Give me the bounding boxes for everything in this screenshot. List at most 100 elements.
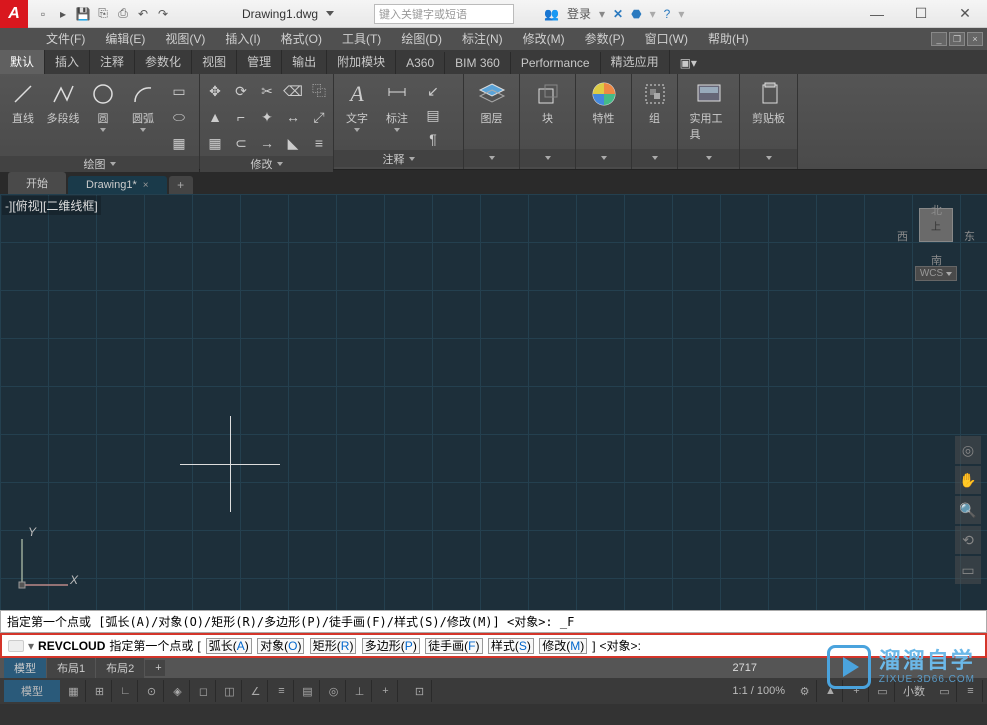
status-grid-icon[interactable]: ▦ xyxy=(62,680,86,702)
status-polar-icon[interactable]: ⊙ xyxy=(140,680,164,702)
layer-button[interactable]: 图层 xyxy=(473,80,511,126)
erase-icon[interactable]: ⌫ xyxy=(282,80,304,102)
rtab-addon[interactable]: 附加模块 xyxy=(327,49,396,74)
rtab-expander-icon[interactable]: ▣▾ xyxy=(670,52,707,74)
nav-zoom-icon[interactable]: 🔍 xyxy=(955,496,981,524)
qat-save-icon[interactable]: 💾 xyxy=(74,5,92,23)
menu-edit[interactable]: 编辑(E) xyxy=(95,28,155,50)
group-button[interactable]: 组 xyxy=(636,80,673,126)
rtab-manage[interactable]: 管理 xyxy=(237,49,282,74)
layout-tab-2[interactable]: 布局2 xyxy=(96,658,144,678)
cmd-opt-P[interactable]: 多边形(P) xyxy=(362,638,420,654)
qat-saveas-icon[interactable]: ⎘ xyxy=(94,5,112,23)
cmd-opt-R[interactable]: 矩形(R) xyxy=(310,638,357,654)
cmd-opt-S[interactable]: 样式(S) xyxy=(488,638,534,654)
mtext-icon[interactable]: ¶ xyxy=(422,128,444,150)
dim-button[interactable]: 标注 xyxy=(378,80,416,132)
text-button[interactable]: A文字 xyxy=(338,80,376,132)
help-icon[interactable]: ? xyxy=(664,7,671,21)
file-tab-add-button[interactable]: + xyxy=(169,176,193,194)
qat-open-icon[interactable]: ▸ xyxy=(54,5,72,23)
rtab-annot[interactable]: 注释 xyxy=(90,49,135,74)
array-icon[interactable]: ▦ xyxy=(204,132,226,154)
status-dyn-icon[interactable]: + xyxy=(374,680,398,702)
rtab-output[interactable]: 输出 xyxy=(282,49,327,74)
chamfer-icon[interactable]: ◣ xyxy=(282,132,304,154)
ellipse-icon[interactable]: ⬭ xyxy=(168,106,190,128)
menu-help[interactable]: 帮助(H) xyxy=(698,28,759,50)
qat-new-icon[interactable]: ▫ xyxy=(34,5,52,23)
drawing-area[interactable]: -][俯视][二维线框] Y X 北 西 东 上 南 WCS ◎ ✋ 🔍 ⟲ ▭ xyxy=(0,194,987,610)
cmd-opt-F[interactable]: 徒手画(F) xyxy=(425,638,482,654)
status-snap-icon[interactable]: ⊞ xyxy=(88,680,112,702)
status-scale[interactable]: 1:1 / 100% xyxy=(726,685,791,697)
copy-icon[interactable]: ⿻ xyxy=(308,80,330,102)
wcs-badge[interactable]: WCS xyxy=(915,266,957,281)
tab-close-icon[interactable]: × xyxy=(143,180,149,191)
cmd-opt-A[interactable]: 弧长(A) xyxy=(206,638,252,654)
minimize-button[interactable]: — xyxy=(855,0,899,28)
rtab-insert[interactable]: 插入 xyxy=(45,49,90,74)
extend-icon[interactable]: → xyxy=(256,132,278,154)
prop-button[interactable]: 特性 xyxy=(585,80,623,126)
menu-dim[interactable]: 标注(N) xyxy=(452,28,513,50)
mdi-restore-button[interactable]: ❐ xyxy=(949,32,965,46)
menu-param[interactable]: 参数(P) xyxy=(575,28,635,50)
close-button[interactable]: ✕ xyxy=(943,0,987,28)
login-button[interactable]: 登录 xyxy=(567,5,591,22)
move-icon[interactable]: ✥ xyxy=(204,80,226,102)
status-otrack-icon[interactable]: ∠ xyxy=(244,680,268,702)
explode-icon[interactable]: ✦ xyxy=(256,106,278,128)
search-input[interactable]: 键入关键字或短语 xyxy=(374,4,514,24)
rtab-default[interactable]: 默认 xyxy=(0,49,45,74)
fillet-icon[interactable]: ⌐ xyxy=(230,106,252,128)
cmd-opt-O[interactable]: 对象(O) xyxy=(257,638,304,654)
stretch-icon[interactable]: ↔ xyxy=(282,106,304,128)
status-qp-icon[interactable]: ⊡ xyxy=(408,680,432,702)
menu-insert[interactable]: 插入(I) xyxy=(215,28,270,50)
leader-icon[interactable]: ↙ xyxy=(422,80,444,102)
status-iso-icon[interactable]: ◈ xyxy=(166,680,190,702)
hatch-icon[interactable]: ▦ xyxy=(168,132,190,154)
block-button[interactable]: 块 xyxy=(529,80,567,126)
viewcube[interactable]: 北 西 东 上 南 WCS xyxy=(903,206,969,281)
doc-dropdown-icon[interactable] xyxy=(326,11,334,16)
rtab-perf[interactable]: Performance xyxy=(511,52,601,74)
app-logo[interactable]: A xyxy=(0,0,28,28)
nav-wheel-icon[interactable]: ◎ xyxy=(955,436,981,464)
menu-format[interactable]: 格式(O) xyxy=(271,28,332,50)
mdi-close-button[interactable]: × xyxy=(967,32,983,46)
offset-icon[interactable]: ⊂ xyxy=(230,132,252,154)
clip-button[interactable]: 剪贴板 xyxy=(750,80,788,126)
cmd-opt-M[interactable]: 修改(M) xyxy=(539,638,587,654)
rtab-view[interactable]: 视图 xyxy=(192,49,237,74)
rotate-icon[interactable]: ⟳ xyxy=(230,80,252,102)
file-tab-drawing1[interactable]: Drawing1*× xyxy=(68,176,167,194)
exchange-icon[interactable]: ✕ xyxy=(613,7,623,21)
view-label[interactable]: -][俯视][二维线框] xyxy=(2,196,101,215)
infocenter-icon[interactable]: 👥 xyxy=(544,7,559,21)
mdi-min-button[interactable]: _ xyxy=(931,32,947,46)
nav-orbit-icon[interactable]: ⟲ xyxy=(955,526,981,554)
arc-button[interactable]: 圆弧 xyxy=(124,80,162,132)
menu-tools[interactable]: 工具(T) xyxy=(332,28,391,50)
scale-icon[interactable]: ⤢ xyxy=(308,106,330,128)
util-button[interactable]: 实用工具 xyxy=(690,80,728,142)
line-button[interactable]: 直线 xyxy=(4,80,42,126)
status-gear-icon[interactable]: ⚙ xyxy=(793,680,817,702)
file-tab-start[interactable]: 开始 xyxy=(8,172,66,194)
qat-redo-icon[interactable]: ↷ xyxy=(154,5,172,23)
layout-tab-1[interactable]: 布局1 xyxy=(47,658,95,678)
menu-file[interactable]: 文件(F) xyxy=(36,28,95,50)
qat-undo-icon[interactable]: ↶ xyxy=(134,5,152,23)
rtab-param[interactable]: 参数化 xyxy=(135,49,192,74)
status-dynucs-icon[interactable]: ⊥ xyxy=(348,680,372,702)
status-ortho-icon[interactable]: ∟ xyxy=(114,680,138,702)
layout-tab-model[interactable]: 模型 xyxy=(4,658,46,678)
table-icon[interactable]: ▤ xyxy=(422,104,444,126)
align-icon[interactable]: ≡ xyxy=(308,132,330,154)
status-osnap-icon[interactable]: ◻ xyxy=(192,680,216,702)
polyline-button[interactable]: 多段线 xyxy=(44,80,82,126)
nav-pan-icon[interactable]: ✋ xyxy=(955,466,981,494)
menu-view[interactable]: 视图(V) xyxy=(155,28,215,50)
